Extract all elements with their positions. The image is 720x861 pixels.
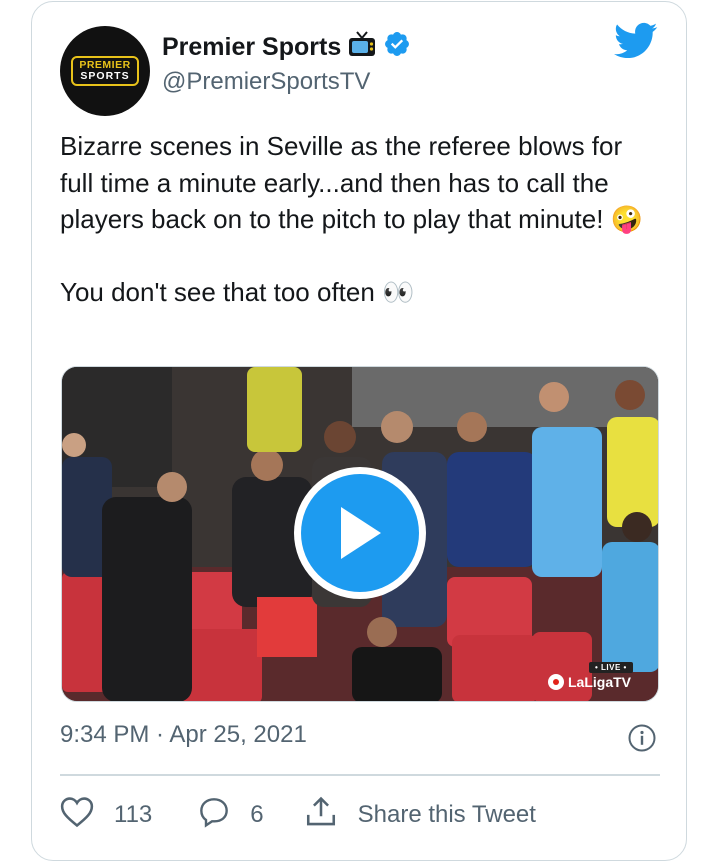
logo-bottom-text: SPORTS: [80, 70, 130, 82]
play-button[interactable]: [294, 467, 426, 599]
reply-icon: [198, 796, 230, 835]
handle[interactable]: @PremierSportsTV: [162, 68, 370, 96]
heart-icon: [60, 796, 94, 835]
tv-icon: [347, 30, 377, 65]
live-badge: • LIVE •: [589, 662, 633, 673]
laliga-logo-icon: [548, 674, 564, 690]
display-name[interactable]: Premier Sports: [162, 33, 341, 62]
info-icon[interactable]: [627, 723, 657, 758]
share-label: Share this Tweet: [357, 801, 536, 828]
like-count: 113: [114, 801, 153, 828]
tweet-text-line1: Bizarre scenes in Seville as the referee…: [60, 131, 644, 234]
divider: [60, 774, 660, 776]
laliga-text: LaLigaTV: [568, 674, 632, 690]
tweet-timestamp[interactable]: 9:34 PM · Apr 25, 2021: [60, 721, 307, 749]
laliga-tv-watermark: LaLigaTV: [548, 674, 631, 690]
tweet-text: Bizarre scenes in Seville as the referee…: [60, 128, 660, 310]
display-name-row[interactable]: Premier Sports: [162, 30, 411, 65]
like-button[interactable]: 113: [60, 796, 152, 835]
tweet-text-line2: You don't see that too often 👀: [60, 276, 415, 307]
twitter-bird-icon[interactable]: [614, 22, 658, 65]
avatar[interactable]: PREMIER SPORTS: [60, 26, 150, 116]
play-icon: [301, 474, 419, 592]
premier-sports-logo: PREMIER SPORTS: [71, 55, 139, 87]
share-button[interactable]: Share this Tweet: [304, 795, 536, 836]
verified-icon: [383, 30, 411, 65]
share-icon: [304, 795, 338, 836]
tweet-actions: 113 6 Share this Tweet: [60, 795, 536, 835]
reply-button[interactable]: 6: [198, 796, 264, 835]
reply-count: 6: [250, 801, 264, 828]
